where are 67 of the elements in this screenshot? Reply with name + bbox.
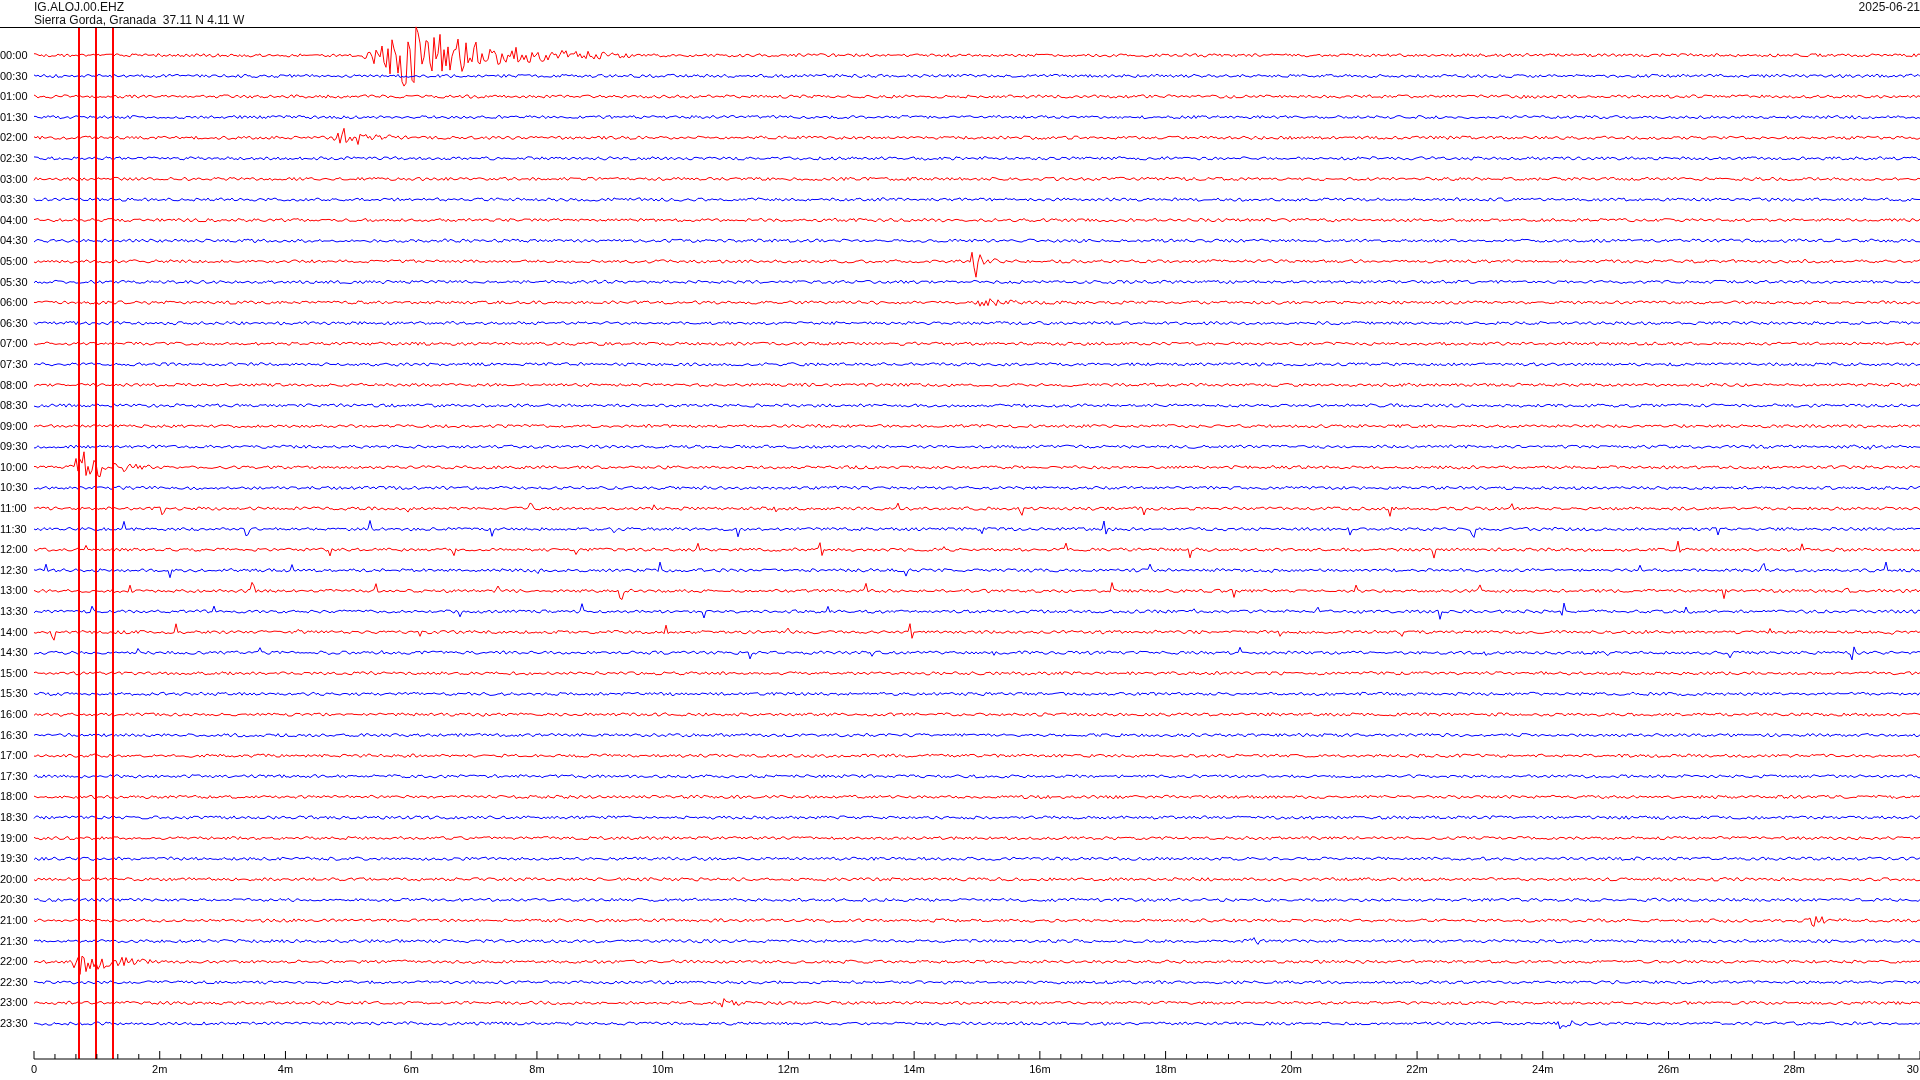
time-label: 14:30	[0, 645, 29, 661]
time-label: 13:00	[0, 583, 29, 599]
time-label: 19:00	[0, 830, 29, 846]
axis-tick-label: 30	[1906, 1063, 1919, 1075]
time-label: 22:30	[0, 974, 29, 990]
time-label: 17:30	[0, 768, 29, 784]
axis-tick-label: 24m	[1532, 1063, 1554, 1075]
time-label: 23:30	[0, 1015, 29, 1031]
axis-tick-label: 0	[30, 1063, 38, 1075]
time-label: 07:30	[0, 356, 29, 372]
time-label: 11:30	[0, 521, 28, 537]
axis-tick-label: 14m	[903, 1063, 925, 1075]
plot-date: 2025-06-21	[1858, 0, 1920, 14]
time-label: 04:30	[0, 233, 29, 249]
time-label: 06:00	[0, 295, 29, 311]
time-label: 00:00	[0, 48, 29, 63]
time-label: 05:00	[0, 253, 29, 269]
time-label: 13:30	[0, 604, 29, 620]
time-label: 23:00	[0, 995, 29, 1011]
time-label: 20:00	[0, 871, 29, 887]
axis-tick-label: 10m	[651, 1063, 674, 1075]
time-label: 18:30	[0, 809, 29, 825]
axis-tick-label: 22m	[1406, 1063, 1428, 1075]
time-label: 14:00	[0, 624, 29, 640]
time-label: 02:30	[0, 150, 29, 166]
axis-tick-label: 26m	[1657, 1063, 1680, 1075]
time-label: 06:30	[0, 315, 29, 331]
time-label: 16:00	[0, 707, 29, 722]
axis-tick-label: 4m	[277, 1063, 294, 1075]
axis-tick-label: 2m	[152, 1063, 168, 1075]
axis-tick-label: 12m	[777, 1063, 800, 1075]
time-label: 21:30	[0, 933, 29, 949]
axis-tick-label: 16m	[1029, 1063, 1051, 1075]
time-label: 05:30	[0, 274, 29, 290]
time-label: 03:30	[0, 192, 29, 208]
time-label: 09:00	[0, 418, 29, 434]
station-code: IG.ALOJ.00.EHZ	[34, 1, 126, 14]
time-label: 04:00	[0, 212, 29, 228]
time-label: 00:30	[0, 68, 29, 84]
axis-tick-label: 28m	[1783, 1063, 1805, 1075]
time-label: 22:00	[0, 954, 29, 970]
time-label: 10:30	[0, 480, 29, 496]
time-label: 07:00	[0, 336, 29, 352]
time-label: 17:00	[0, 748, 29, 764]
axis-tick-label: 8m	[529, 1063, 545, 1075]
time-label: 15:00	[0, 665, 29, 681]
station-location: Sierra Gorda, Granada 37.11 N 4.11 W	[34, 14, 245, 27]
time-label: 08:00	[0, 377, 29, 393]
axis-tick-label: 6m	[403, 1063, 419, 1075]
time-label: 19:30	[0, 851, 29, 867]
time-label: 01:30	[0, 109, 29, 125]
time-label: 15:30	[0, 686, 29, 702]
time-label: 20:30	[0, 892, 29, 908]
time-label: 16:30	[0, 727, 29, 743]
time-label: 18:00	[0, 789, 29, 805]
time-label: 11:00	[0, 501, 28, 517]
time-label: 10:00	[0, 459, 29, 475]
axis-tick-label: 20m	[1280, 1063, 1303, 1075]
axis-tick-label: 18m	[1154, 1063, 1177, 1075]
time-label: 09:30	[0, 439, 29, 455]
time-label: 02:00	[0, 130, 29, 146]
time-label: 01:00	[0, 89, 29, 105]
time-label: 08:30	[0, 398, 29, 414]
time-label: 03:00	[0, 171, 29, 187]
time-label: 12:00	[0, 542, 29, 558]
time-label: 12:30	[0, 562, 29, 578]
time-label: 21:00	[0, 912, 29, 928]
